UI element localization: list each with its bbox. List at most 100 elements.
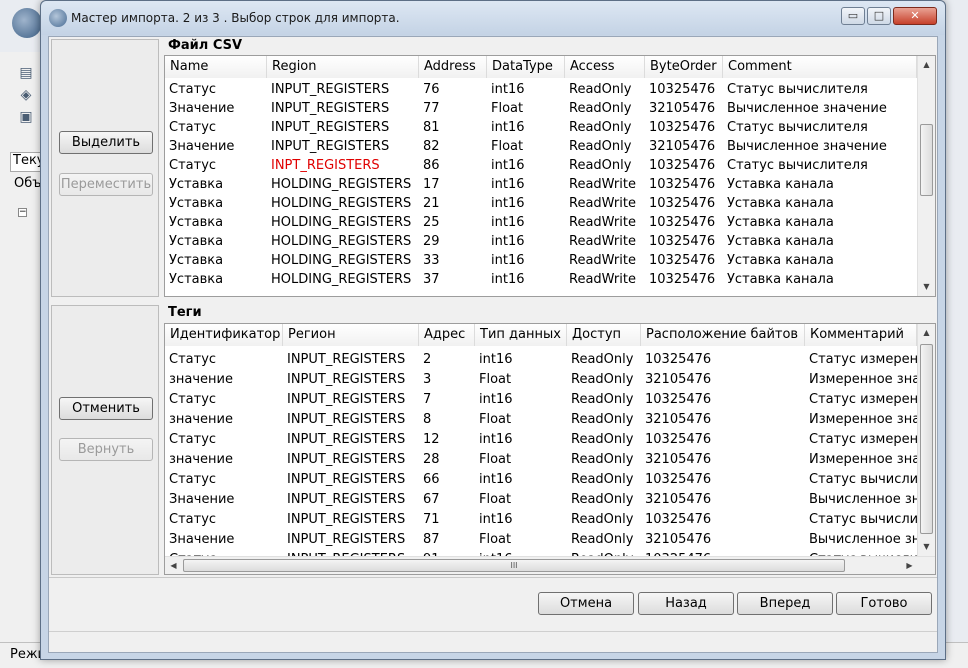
table-row[interactable]: значение INPUT_REGISTERS 28 Float ReadOnly 32… bbox=[165, 450, 917, 469]
table-cell: Вычисленное значение bbox=[727, 139, 887, 154]
column-header[interactable]: ByteOrder bbox=[645, 56, 723, 78]
cancel-button[interactable]: Отмена bbox=[538, 592, 634, 615]
table-row[interactable]: Значение INPUT_REGISTERS 87 Float ReadOnly 32… bbox=[165, 530, 917, 549]
scroll-left-icon[interactable]: ◀ bbox=[165, 557, 182, 574]
column-header[interactable]: Доступ bbox=[567, 324, 641, 346]
scroll-down-icon[interactable]: ▼ bbox=[918, 278, 935, 295]
tags-horizontal-scrollbar[interactable]: ◀ III ▶ bbox=[165, 556, 935, 574]
table-cell: Float bbox=[479, 492, 512, 507]
tags-section-title: Теги bbox=[168, 305, 202, 320]
table-cell: ReadWrite bbox=[569, 177, 636, 192]
select-button[interactable]: Выделить bbox=[59, 131, 153, 154]
scroll-thumb[interactable] bbox=[920, 344, 933, 534]
save-icon[interactable]: ▣ bbox=[16, 108, 36, 126]
table-row[interactable]: значение INPUT_REGISTERS 8 Float ReadOnly 321… bbox=[165, 410, 917, 429]
table-cell: Значение bbox=[169, 532, 235, 547]
column-header[interactable]: Access bbox=[565, 56, 645, 78]
minimize-button[interactable]: ▭ bbox=[841, 7, 865, 25]
table-row[interactable]: Уставка HOLDING_REGISTERS 21 int16 ReadWrite… bbox=[165, 194, 917, 213]
table-cell: HOLDING_REGISTERS bbox=[271, 234, 412, 249]
back-button[interactable]: Назад bbox=[638, 592, 734, 615]
close-button[interactable]: ✕ bbox=[893, 7, 937, 25]
table-cell: ReadWrite bbox=[569, 272, 636, 287]
scroll-down-icon[interactable]: ▼ bbox=[918, 538, 935, 555]
maximize-button[interactable]: □ bbox=[867, 7, 891, 25]
document-icon[interactable]: ▤ bbox=[16, 64, 36, 82]
column-header[interactable]: Адрес bbox=[419, 324, 475, 346]
table-cell: 10325476 bbox=[645, 472, 712, 487]
table-cell: Статус bbox=[169, 352, 217, 367]
table-cell: int16 bbox=[491, 272, 525, 287]
table-cell: 10325476 bbox=[649, 196, 716, 211]
table-cell: 76 bbox=[423, 82, 440, 97]
horizontal-scroll-thumb[interactable]: III bbox=[183, 559, 845, 572]
table-row[interactable]: Значение INPUT_REGISTERS 77 Float ReadOnly 32… bbox=[165, 99, 917, 118]
table-cell: Измеренное зна bbox=[809, 452, 917, 467]
table-cell: ReadOnly bbox=[571, 452, 634, 467]
column-header[interactable]: Комментарий bbox=[805, 324, 917, 346]
table-cell: Float bbox=[479, 372, 512, 387]
column-header[interactable]: Region bbox=[267, 56, 419, 78]
table-row[interactable]: Уставка HOLDING_REGISTERS 25 int16 ReadWrite… bbox=[165, 213, 917, 232]
move-button[interactable]: Переместить bbox=[59, 173, 153, 196]
table-row[interactable]: Уставка HOLDING_REGISTERS 33 int16 ReadWrite… bbox=[165, 251, 917, 270]
csv-vertical-scrollbar[interactable]: ▲ ▼ bbox=[917, 56, 935, 296]
table-cell: ReadWrite bbox=[569, 253, 636, 268]
column-header[interactable]: DataType bbox=[487, 56, 565, 78]
table-row[interactable]: Статус INPUT_REGISTERS 12 int16 ReadOnly 1032… bbox=[165, 430, 917, 449]
column-header[interactable]: Расположение байтов bbox=[641, 324, 805, 346]
tree-expand-icon[interactable]: − bbox=[18, 208, 27, 217]
column-header[interactable]: Идентификатор bbox=[165, 324, 283, 346]
table-cell: INPUT_REGISTERS bbox=[287, 452, 406, 467]
table-row[interactable]: Статус INPUT_REGISTERS 2 int16 ReadOnly 10325… bbox=[165, 350, 917, 369]
scroll-up-icon[interactable]: ▲ bbox=[918, 324, 935, 341]
table-row[interactable]: Уставка HOLDING_REGISTERS 17 int16 ReadWrite… bbox=[165, 175, 917, 194]
table-cell: Float bbox=[491, 101, 524, 116]
table-cell: 10325476 bbox=[649, 177, 716, 192]
table-cell: INPUT_REGISTERS bbox=[287, 432, 406, 447]
column-header[interactable]: Регион bbox=[283, 324, 419, 346]
scroll-up-icon[interactable]: ▲ bbox=[918, 56, 935, 73]
table-row[interactable]: Статус INPT_REGISTERS 86 int16 ReadOnly 10325… bbox=[165, 156, 917, 175]
column-header[interactable]: Comment bbox=[723, 56, 917, 78]
table-cell: 25 bbox=[423, 215, 440, 230]
scroll-right-icon[interactable]: ▶ bbox=[901, 557, 918, 574]
table-cell: Значение bbox=[169, 139, 235, 154]
dialog-title-bar[interactable]: Мастер импорта. 2 из 3 . Выбор строк для… bbox=[41, 1, 945, 35]
table-cell: ReadWrite bbox=[569, 196, 636, 211]
table-cell: Уставка канала bbox=[727, 253, 834, 268]
table-cell: ReadOnly bbox=[571, 532, 634, 547]
background-tab[interactable]: Текущ bbox=[10, 152, 44, 172]
table-row[interactable]: Статус INPUT_REGISTERS 7 int16 ReadOnly 10325… bbox=[165, 390, 917, 409]
table-cell: int16 bbox=[491, 234, 525, 249]
table-row[interactable]: Статус INPUT_REGISTERS 71 int16 ReadOnly 1032… bbox=[165, 510, 917, 529]
table-cell: Уставка канала bbox=[727, 215, 834, 230]
scroll-thumb[interactable] bbox=[920, 124, 933, 196]
table-cell: Статус bbox=[169, 432, 217, 447]
table-cell: 10325476 bbox=[645, 432, 712, 447]
column-header[interactable]: Тип данных bbox=[475, 324, 567, 346]
table-cell: 10325476 bbox=[649, 120, 716, 135]
table-row[interactable]: Уставка HOLDING_REGISTERS 37 int16 ReadWrite… bbox=[165, 270, 917, 289]
table-row[interactable]: Значение INPUT_REGISTERS 82 Float ReadOnly 32… bbox=[165, 137, 917, 156]
table-cell: ReadOnly bbox=[571, 412, 634, 427]
table-row[interactable]: Значение INPUT_REGISTERS 67 Float ReadOnly 32… bbox=[165, 490, 917, 509]
table-cell: 82 bbox=[423, 139, 440, 154]
undo-button[interactable]: Отменить bbox=[59, 397, 153, 420]
table-cell: Значение bbox=[169, 101, 235, 116]
table-cell: 29 bbox=[423, 234, 440, 249]
table-row[interactable]: Статус INPUT_REGISTERS 66 int16 ReadOnly 1032… bbox=[165, 470, 917, 489]
table-row[interactable]: значение INPUT_REGISTERS 3 Float ReadOnly 321… bbox=[165, 370, 917, 389]
table-cell: Уставка bbox=[169, 177, 224, 192]
table-row[interactable]: Статус INPUT_REGISTERS 76 int16 ReadOnly 1032… bbox=[165, 80, 917, 99]
import-icon[interactable]: ◈ bbox=[16, 86, 36, 104]
tags-vertical-scrollbar[interactable]: ▲ ▼ bbox=[917, 324, 935, 556]
column-header[interactable]: Name bbox=[165, 56, 267, 78]
table-cell: 10325476 bbox=[649, 82, 716, 97]
table-row[interactable]: Уставка HOLDING_REGISTERS 29 int16 ReadWrite… bbox=[165, 232, 917, 251]
table-row[interactable]: Статус INPUT_REGISTERS 81 int16 ReadOnly 1032… bbox=[165, 118, 917, 137]
revert-button[interactable]: Вернуть bbox=[59, 438, 153, 461]
next-button[interactable]: Вперед bbox=[737, 592, 833, 615]
finish-button[interactable]: Готово bbox=[836, 592, 932, 615]
column-header[interactable]: Address bbox=[419, 56, 487, 78]
